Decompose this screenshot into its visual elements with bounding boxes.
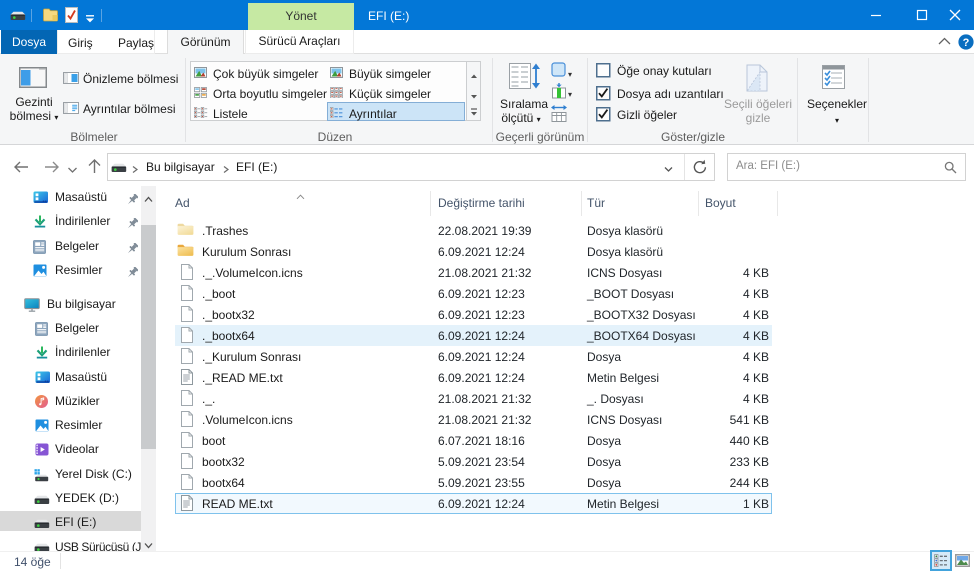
- svg-text:?: ?: [963, 37, 970, 49]
